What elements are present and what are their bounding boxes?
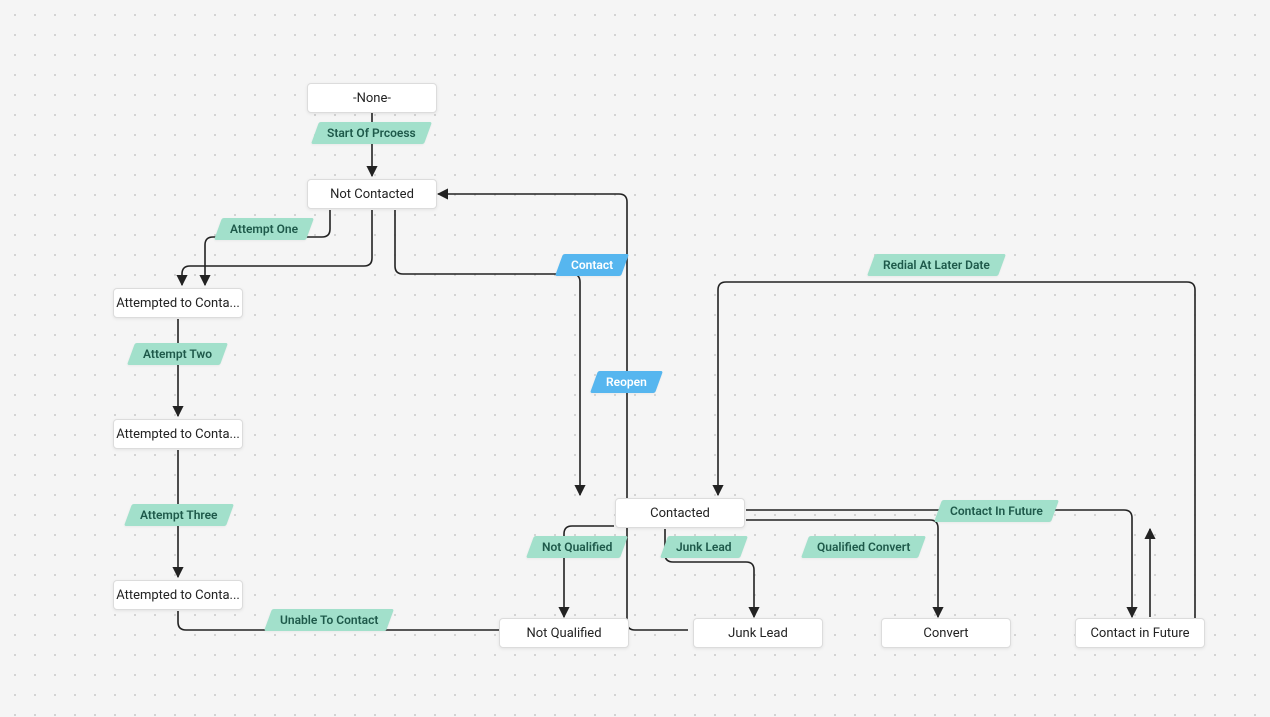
node-attempted-2[interactable]: Attempted to Conta...	[113, 419, 243, 449]
node-attempted-1[interactable]: Attempted to Conta...	[113, 288, 243, 318]
tag-label: Redial At Later Date	[883, 254, 990, 276]
tag-qualified[interactable]: Qualified Convert	[801, 536, 926, 558]
node-contacted[interactable]: Contacted	[615, 498, 745, 528]
node-label: Convert	[923, 626, 968, 641]
node-label: Junk Lead	[728, 626, 788, 641]
tag-junk-lead[interactable]: Junk Lead	[660, 536, 748, 558]
tag-label: Contact	[571, 254, 613, 276]
node-label: Not Qualified	[526, 626, 601, 641]
node-convert[interactable]: Convert	[881, 618, 1011, 648]
tag-label: Junk Lead	[676, 536, 732, 558]
node-label: Attempted to Conta...	[116, 588, 240, 603]
tag-label: Attempt One	[230, 218, 298, 240]
node-not-contacted[interactable]: Not Contacted	[307, 179, 437, 209]
tag-contact[interactable]: Contact	[555, 254, 629, 276]
tag-label: Not Qualified	[542, 536, 612, 558]
tag-label: Attempt Two	[143, 343, 212, 365]
node-label: Attempted to Conta...	[116, 296, 240, 311]
node-label: -None-	[353, 91, 391, 106]
node-label: Attempted to Conta...	[116, 427, 240, 442]
tag-reopen[interactable]: Reopen	[590, 371, 663, 393]
node-label: Not Contacted	[330, 187, 414, 202]
tag-attempt-two[interactable]: Attempt Two	[127, 343, 228, 365]
node-attempted-3[interactable]: Attempted to Conta...	[113, 580, 243, 610]
tag-label: Contact In Future	[950, 500, 1043, 522]
node-label: Contacted	[650, 506, 710, 521]
tag-attempt-three[interactable]: Attempt Three	[124, 504, 234, 526]
tag-contact-future[interactable]: Contact In Future	[934, 500, 1059, 522]
tag-not-qualified[interactable]: Not Qualified	[526, 536, 628, 558]
tag-attempt-one[interactable]: Attempt One	[214, 218, 314, 240]
node-junk-lead[interactable]: Junk Lead	[693, 618, 823, 648]
tag-label: Unable To Contact	[280, 609, 378, 631]
node-not-qualified[interactable]: Not Qualified	[499, 618, 629, 648]
tag-label: Reopen	[606, 371, 647, 393]
tag-unable[interactable]: Unable To Contact	[264, 609, 394, 631]
tag-redial[interactable]: Redial At Later Date	[867, 254, 1006, 276]
node-label: Contact in Future	[1090, 626, 1189, 641]
tag-label: Start Of Prcoess	[327, 122, 416, 144]
node-none[interactable]: -None-	[307, 83, 437, 113]
tag-start[interactable]: Start Of Prcoess	[311, 122, 432, 144]
tag-label: Qualified Convert	[817, 536, 910, 558]
node-contact-future[interactable]: Contact in Future	[1075, 618, 1205, 648]
tag-label: Attempt Three	[140, 504, 218, 526]
